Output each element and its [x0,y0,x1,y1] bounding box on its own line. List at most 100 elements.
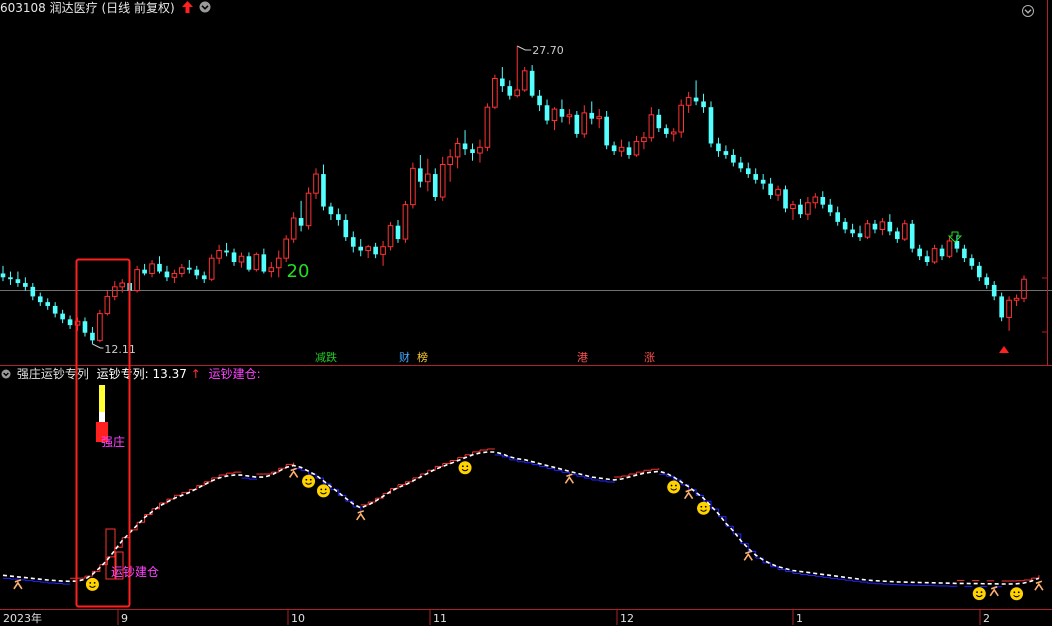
candle-body [663,128,669,134]
candle-body [97,313,103,341]
candle-body [812,196,819,204]
indicator-step [576,475,585,479]
smiley-eye [466,465,469,468]
candle-body [313,173,319,194]
low-price-label: 12.11 [104,343,136,356]
candle-body [805,202,811,215]
stock-chart-window: 603108 润达医疗 (日线 前复权) 强庄运钞专列 运钞专列: 13.37 … [0,0,1052,626]
candle-body [395,225,401,240]
candle [253,252,260,272]
indicator-step [25,580,34,582]
strong-force-bar-white [99,412,105,422]
indicator-step [606,481,615,483]
candle [611,141,617,155]
candle [365,244,371,259]
candle [872,219,878,234]
candle-body [336,214,341,220]
indicator-step [211,475,220,479]
candle [924,250,930,266]
candle [30,283,36,301]
candle-body [589,112,595,119]
event-tag[interactable]: 港 [577,351,588,364]
candle-body [67,319,73,326]
candle-body [179,267,185,274]
candle-body [626,147,632,155]
candle-body [827,204,833,213]
candle-body [283,238,290,259]
candle-body [618,146,625,152]
candle [521,67,528,92]
candle [551,107,558,131]
candle-body [537,95,542,106]
runner-shape [564,473,575,484]
candle-body [857,233,863,238]
time-axis-label: 1 [796,612,803,625]
candle [798,198,803,219]
event-tag[interactable]: 涨 [644,351,655,364]
runner-icon [683,488,694,500]
indicator-step [174,492,183,496]
indicator-step [509,459,518,462]
indicator-step [517,461,526,463]
candle-body [670,131,677,135]
candle-body [894,231,900,240]
candle-body [224,250,229,253]
candle [283,235,290,262]
smiley-face [85,577,99,591]
candle-body [0,273,6,278]
indicator-step [837,578,846,581]
candle [768,177,773,199]
smiley-eye [305,478,308,481]
smiley-icon [302,474,316,488]
red-triangle-marker [999,346,1009,353]
indicator-step [502,456,511,460]
smiley-face [697,501,711,515]
candle-body [23,283,28,287]
candle [45,298,51,310]
candle-body [484,106,491,148]
indicator-step [3,577,11,580]
event-tag[interactable]: 榜 [417,350,428,364]
candle [999,292,1004,322]
time-axis-label: 2 [983,612,990,625]
candle-body [976,265,982,278]
candle-body [82,321,88,333]
indicator-step [807,574,816,577]
indicator-step [621,474,630,477]
indicator-step [241,477,250,480]
candle [939,244,945,261]
chart-canvas[interactable]: 27.7012.11 2023年 9 10 11 12 1 2 20 减跌 财 榜 港 涨 … [0,0,1052,626]
candle [246,252,252,272]
runner-shape [288,467,299,478]
candle [559,99,565,123]
indicator-step [815,575,824,578]
candle-body [500,78,505,87]
indicator-step [666,475,675,481]
candle-body [946,240,953,257]
candle-body [991,284,997,297]
candle [820,191,826,209]
candle-body [45,302,51,306]
indicator-step [591,479,600,482]
candle-body [999,296,1004,318]
smiley-face [972,587,986,601]
candle [887,214,893,236]
time-axis-label: 10 [291,612,305,625]
candle-body [962,248,967,259]
runner-icon [356,510,366,521]
smiley-eye [980,591,983,594]
strong-force-label: 强庄 [101,434,125,449]
candle-body [343,219,349,238]
candle-body [462,143,468,150]
event-tag[interactable]: 财 [399,350,410,364]
candle [328,202,334,220]
indicator-step [554,469,563,473]
candle-body [111,286,118,297]
candle [134,265,140,293]
indicator-step [651,468,660,470]
candle [149,260,155,278]
event-tag[interactable]: 减跌 [315,350,337,364]
indicator-step [584,477,593,481]
candle [470,143,475,161]
time-axis-label: 2023年 [3,611,42,625]
